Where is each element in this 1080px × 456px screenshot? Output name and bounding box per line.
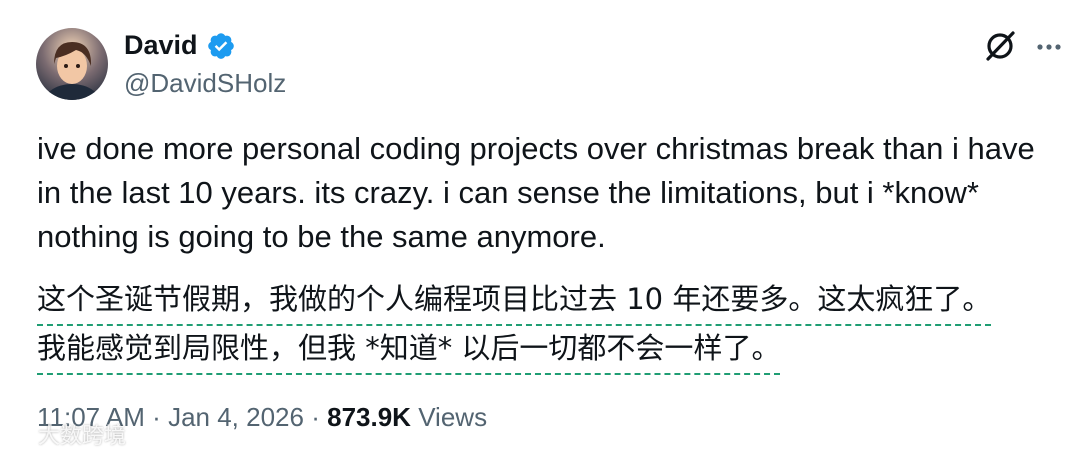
author-name-row: David (124, 30, 236, 61)
translation-line: 这个圣诞节假期，我做的个人编程项目比过去 10 年还要多。这太疯狂了。 (37, 277, 992, 326)
grok-icon[interactable] (982, 28, 1018, 64)
verified-badge-icon[interactable] (206, 31, 236, 61)
translation-text: 这个圣诞节假期，我做的个人编程项目比过去 10 年还要多。这太疯狂了。 我能感觉… (37, 277, 1067, 375)
meta-separator: · (152, 402, 161, 432)
meta-separator: · (311, 402, 320, 432)
more-options-icon[interactable] (1034, 32, 1064, 62)
tweet-text: ive done more personal coding projects o… (37, 127, 1067, 259)
author-display-name[interactable]: David (124, 30, 198, 61)
tweet-text-line: in the last 10 years. its crazy. i can s… (37, 175, 979, 210)
tweet-text-line: nothing is going to be the same anymore. (37, 219, 606, 254)
tweet-date[interactable]: Jan 4, 2026 (168, 402, 304, 432)
views-count[interactable]: 873.9K (327, 402, 411, 432)
tweet-card: David @DavidSHolz ive done more personal… (0, 0, 1080, 456)
translation-line: 我能感觉到局限性，但我 *知道* 以后一切都不会一样了。 (37, 326, 781, 375)
watermark-text: 大数跨境 (38, 424, 127, 449)
tweet-text-line: ive done more personal coding projects o… (37, 131, 1035, 166)
avatar[interactable] (36, 28, 108, 100)
views-label: Views (418, 402, 488, 432)
watermark-logo-icon (10, 423, 32, 445)
watermark: 大数跨境 (8, 418, 126, 450)
avatar-image (36, 28, 108, 100)
author-handle[interactable]: @DavidSHolz (124, 68, 286, 99)
